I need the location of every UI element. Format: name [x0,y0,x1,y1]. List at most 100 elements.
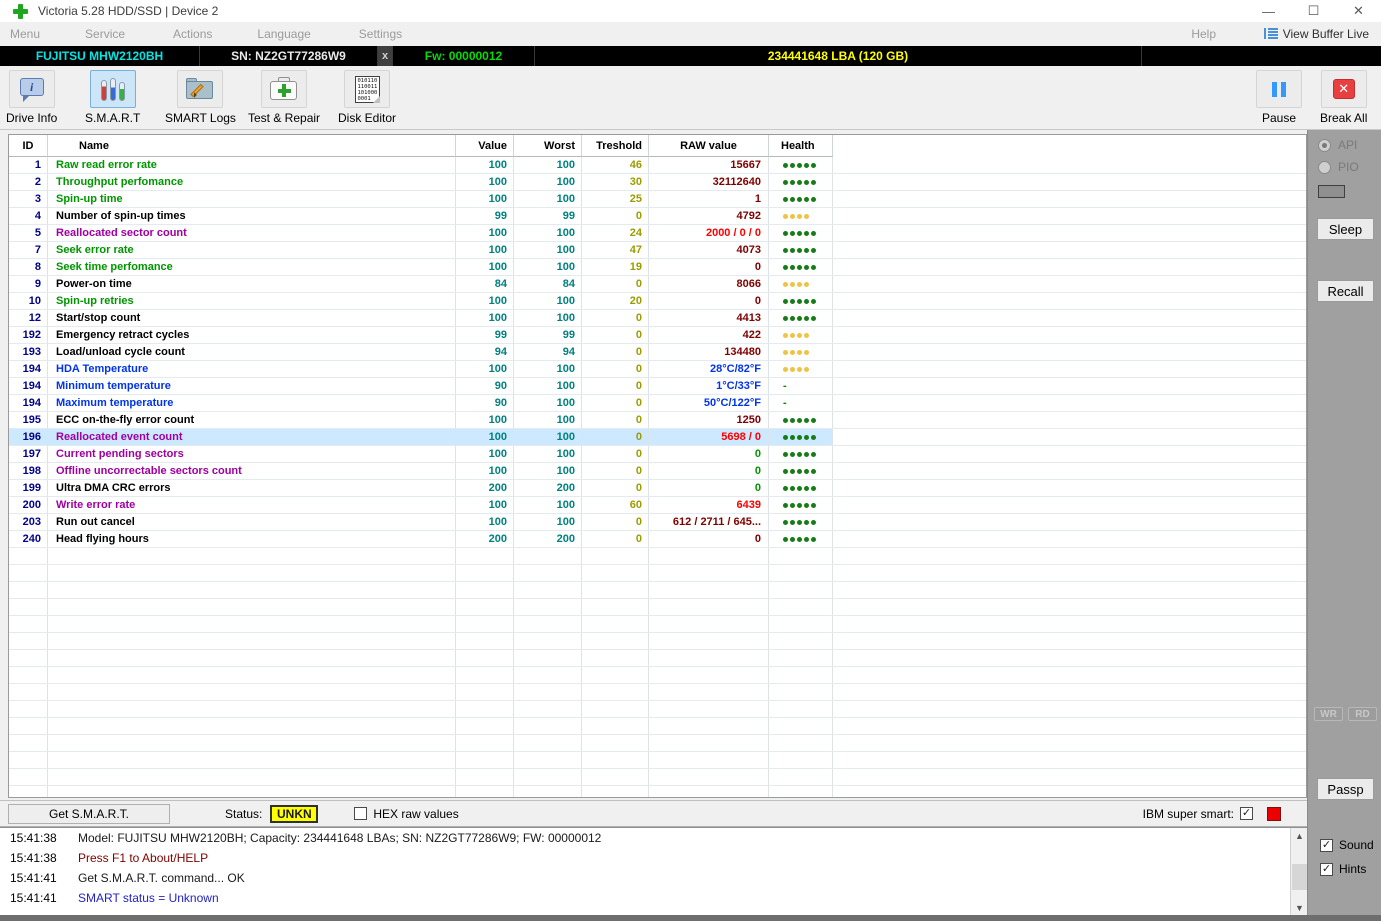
column-header-name[interactable]: Name [48,135,456,157]
attr-id: 199 [9,480,48,497]
scroll-up-icon[interactable]: ▲ [1291,828,1308,844]
health-dot-icon [790,213,795,219]
column-header-id[interactable]: ID [9,135,48,157]
empty-cell [456,701,514,718]
table-row[interactable]: 5 Reallocated sector count 100 100 24 2000 / … [9,225,1306,242]
table-row[interactable]: 203 Run out cancel 100 100 0 612 / 2711 / 645… [9,514,1306,531]
hex-raw-values-checkbox[interactable]: HEX raw values [354,807,459,821]
pause-button[interactable]: Pause [1256,70,1302,125]
table-row[interactable]: 196 Reallocated event count 100 100 0 5698 / … [9,429,1306,446]
scroll-down-icon[interactable]: ▼ [1291,900,1308,916]
attr-name: Power-on time [48,276,456,293]
attr-worst: 100 [514,361,582,378]
table-row[interactable]: 10 Spin-up retries 100 100 20 0 [9,293,1306,310]
health-dot-icon [797,179,802,185]
attr-value: 100 [456,174,514,191]
table-row[interactable]: 195 ECC on-the-fly error count 100 100 0 1250 [9,412,1306,429]
health-dot-icon [790,315,795,321]
empty-cell [514,701,582,718]
table-row[interactable]: 193 Load/unload cycle count 94 94 0 134480 [9,344,1306,361]
column-header-value[interactable]: Value [456,135,514,157]
attr-raw-value: 0 [649,463,769,480]
table-row[interactable]: 3 Spin-up time 100 100 25 1 [9,191,1306,208]
table-row[interactable]: 198 Offline uncorrectable sectors count 10… [9,463,1306,480]
health-dot-icon [783,298,788,304]
attr-health: - [769,378,833,395]
break-all-button[interactable]: ✕ Break All [1320,70,1367,125]
table-row[interactable]: 2 Throughput perfomance 100 100 30 32112640 [9,174,1306,191]
menu-item-language[interactable]: Language [257,27,310,41]
column-header-health[interactable]: Health [769,135,833,157]
close-button[interactable]: ✕ [1336,0,1381,22]
disk-editor-button[interactable]: 010110 110011 101000 0001 Disk Editor [338,70,396,125]
attr-raw-value: 50°C/122°F [649,395,769,412]
sound-checkbox[interactable]: ✓ Sound [1320,838,1374,852]
ibm-super-smart-checkbox[interactable]: IBM super smart: ✓ [1143,806,1281,821]
get-smart-button[interactable]: Get S.M.A.R.T. [8,803,170,824]
table-row[interactable]: 240 Head flying hours 200 200 0 0 [9,531,1306,548]
table-row[interactable]: 194 Minimum temperature 90 100 0 1°C/33°F - [9,378,1306,395]
test-repair-button[interactable]: Test & Repair [248,70,320,125]
smart-button[interactable]: S.M.A.R.T [85,70,140,125]
pio-radio[interactable]: PIO [1318,160,1359,174]
health-dot-icon [804,230,809,236]
table-row[interactable]: 194 HDA Temperature 100 100 0 28°C/82°F [9,361,1306,378]
menu-item-service[interactable]: Service [85,27,125,41]
attr-name: Throughput perfomance [48,174,456,191]
menu-item-settings[interactable]: Settings [359,27,402,41]
maximize-button[interactable]: ☐ [1291,0,1336,22]
attr-raw-value: 0 [649,293,769,310]
attr-value: 100 [456,429,514,446]
table-row[interactable]: 9 Power-on time 84 84 0 8066 [9,276,1306,293]
scroll-thumb[interactable] [1292,864,1307,890]
passp-button[interactable]: Passp [1317,778,1374,800]
attr-health [769,242,833,259]
health-dot-icon [797,315,802,321]
table-row[interactable]: 194 Maximum temperature 90 100 0 50°C/122°F - [9,395,1306,412]
menu-item-actions[interactable]: Actions [173,27,212,41]
hints-checkbox[interactable]: ✓ Hints [1320,862,1366,876]
log-area: 15:41:38 Model: FUJITSU MHW2120BH; Capaci… [0,827,1307,916]
table-row[interactable]: 192 Emergency retract cycles 99 99 0 422 [9,327,1306,344]
table-row[interactable]: 8 Seek time perfomance 100 100 19 0 [9,259,1306,276]
attr-treshold: 0 [582,480,649,497]
health-dot-icon [797,162,802,168]
attr-raw-value: 6439 [649,497,769,514]
device-tab-close-button[interactable]: x [378,46,393,66]
health-dot-icon [797,332,802,338]
table-row[interactable]: 199 Ultra DMA CRC errors 200 200 0 0 [9,480,1306,497]
menu-item-help[interactable]: Help [1191,27,1216,41]
attr-health [769,412,833,429]
table-row[interactable]: 12 Start/stop count 100 100 0 4413 [9,310,1306,327]
wr-button[interactable]: WR [1314,707,1343,721]
health-dot-icon [811,434,816,440]
row-filler [833,259,1306,276]
empty-cell [769,701,833,718]
health-dot-icon [783,485,788,491]
column-header-worst[interactable]: Worst [514,135,582,157]
menu-item-menu[interactable]: Menu [10,27,40,41]
attr-health [769,480,833,497]
health-dot-icon [783,230,788,236]
drive-info-button[interactable]: i Drive Info [6,70,57,125]
sleep-button[interactable]: Sleep [1317,218,1374,240]
smart-logs-button[interactable]: SMART Logs [165,70,236,125]
column-header-treshold[interactable]: Treshold [582,135,649,157]
smart-attributes-table: ID Name Value Worst Treshold RAW value H… [8,134,1307,798]
attr-health [769,225,833,242]
pause-icon [1272,81,1286,97]
log-scrollbar[interactable]: ▲ ▼ [1290,828,1307,916]
table-row[interactable]: 200 Write error rate 100 100 60 6439 [9,497,1306,514]
table-row[interactable]: 4 Number of spin-up times 99 99 0 4792 [9,208,1306,225]
recall-button[interactable]: Recall [1317,280,1374,302]
api-radio[interactable]: API [1318,138,1357,152]
minimize-button[interactable]: — [1246,0,1291,22]
table-row[interactable]: 7 Seek error rate 100 100 47 4073 [9,242,1306,259]
column-header-raw-value[interactable]: RAW value [649,135,769,157]
view-buffer-live-button[interactable]: View Buffer Live [1263,27,1369,41]
empty-cell [48,599,456,616]
empty-table-row [9,786,1306,797]
rd-button[interactable]: RD [1348,707,1377,721]
table-row[interactable]: 1 Raw read error rate 100 100 46 15667 [9,157,1306,174]
table-row[interactable]: 197 Current pending sectors 100 100 0 0 [9,446,1306,463]
